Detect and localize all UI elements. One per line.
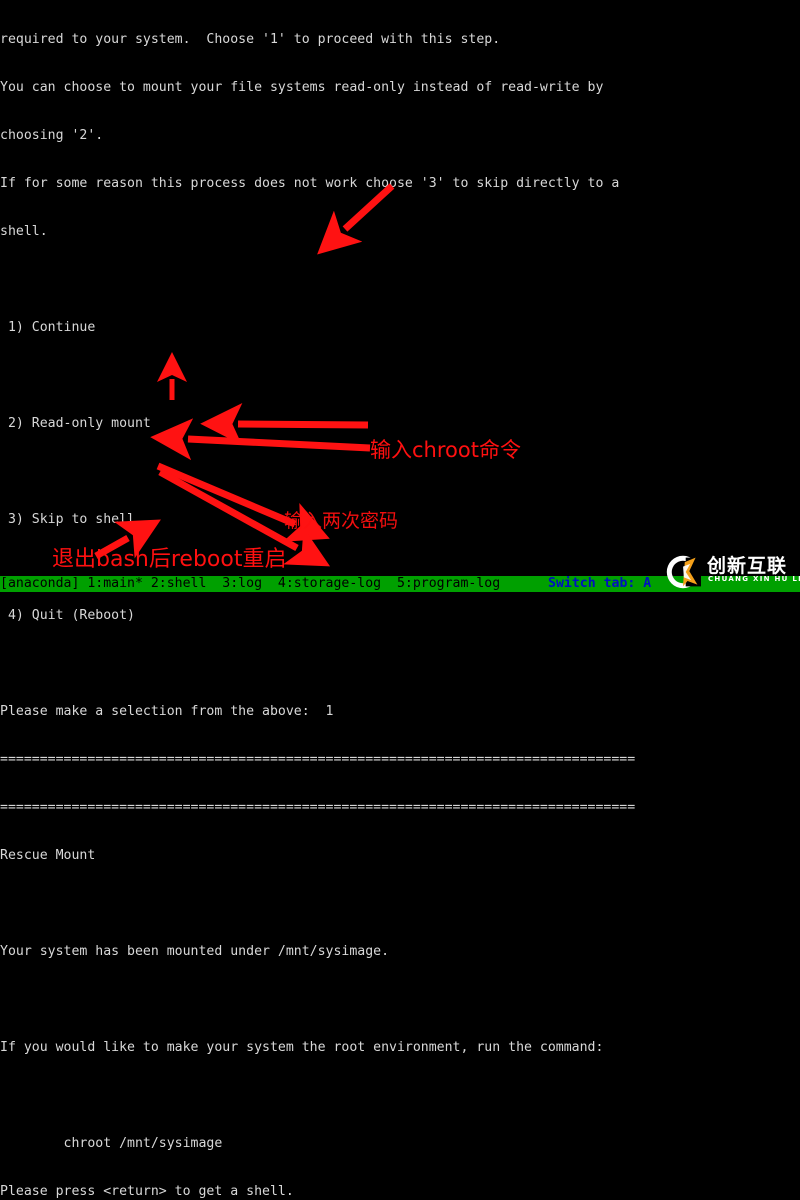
separator-rule: ========================================… [0, 752, 636, 767]
annotation-note-reboot: 退出bash后reboot重启 [52, 547, 287, 572]
status-bar-switch-tab: Switch tab: A [548, 576, 652, 591]
annotation-note-password: 输入两次密码 [284, 510, 399, 532]
separator-rule: ========================================… [0, 800, 636, 815]
hint-chroot-command: chroot /mnt/sysimage [0, 1136, 223, 1151]
menu-option-continue[interactable]: 1) Continue [0, 320, 800, 336]
status-bar-tabs[interactable]: [anaconda] 1:main* 2:shell 3:log 4:stora… [0, 576, 500, 592]
watermark-chinese-text: 创新互联 [707, 555, 788, 577]
terminal-line: If for some reason this process does not… [0, 176, 620, 191]
terminal-line: required to your system. Choose '1' to p… [0, 32, 501, 47]
brand-logo-icon [666, 555, 701, 589]
terminal-line: Please press <return> to get a shell. [0, 1184, 294, 1199]
terminal-screen: required to your system. Choose '1' to p… [0, 0, 800, 1199]
terminal-line: Your system has been mounted under /mnt/… [0, 944, 390, 959]
annotation-note-chroot: 输入chroot命令 [370, 438, 521, 462]
terminal-line: choosing '2'. [0, 128, 104, 143]
terminal-line: shell. [0, 224, 48, 239]
menu-option-readonly-mount[interactable]: 2) Read-only mount [0, 416, 800, 432]
menu-option-skip-to-shell[interactable]: 3) Skip to shell [0, 512, 800, 528]
watermark: 创新互联 CHUANG XIN HU LIAN [663, 548, 800, 594]
terminal-output[interactable]: required to your system. Choose '1' to p… [0, 0, 800, 1199]
terminal-line: If you would like to make your system th… [0, 1040, 604, 1055]
section-heading-rescue-mount: Rescue Mount [0, 848, 96, 863]
menu-option-quit-reboot[interactable]: 4) Quit (Reboot) [0, 608, 800, 624]
selection-prompt[interactable]: Please make a selection from the above: … [0, 704, 800, 720]
terminal-line: You can choose to mount your file system… [0, 80, 604, 95]
watermark-pinyin-text: CHUANG XIN HU LIAN [708, 575, 800, 583]
